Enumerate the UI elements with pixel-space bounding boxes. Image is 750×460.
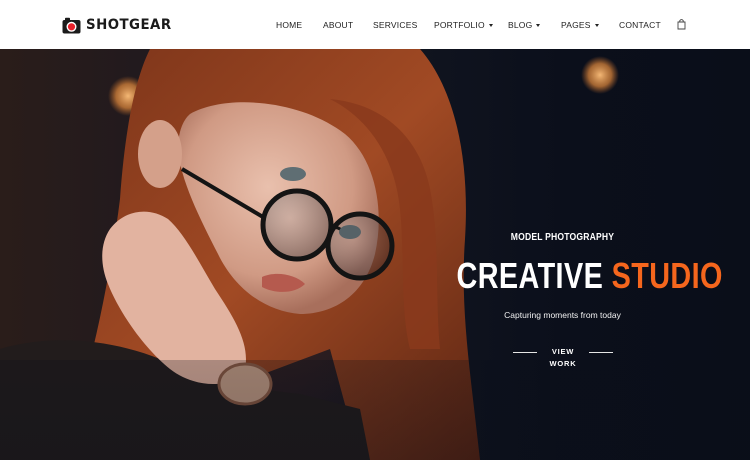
site-header: SHOTGEAR HOME ABOUT SERVICES PORTFOLIO B… <box>0 0 750 49</box>
hero-section: MODEL PHOTOGRAPHY CREATIVE STUDIO Captur… <box>0 49 750 460</box>
nav-item-label: ABOUT <box>323 20 354 30</box>
nav-item-about[interactable]: ABOUT <box>323 18 353 32</box>
nav-item-pages[interactable]: PAGES <box>561 18 599 32</box>
eye-right <box>339 225 361 239</box>
site-logo[interactable]: SHOTGEAR <box>62 14 179 36</box>
nav-item-contact[interactable]: CONTACT <box>619 18 661 32</box>
nav-item-label: BLOG <box>508 20 533 30</box>
eye-left <box>280 167 306 181</box>
view-work-button[interactable]: VIEW WORK <box>513 346 613 368</box>
nav-item-label: SERVICES <box>373 20 418 30</box>
brand-name: SHOTGEAR <box>86 17 172 33</box>
headline-word-studio: STUDIO <box>611 255 723 296</box>
hero-headline: CREATIVE STUDIO <box>456 255 723 296</box>
cta-line-right <box>589 351 613 353</box>
nav-item-label: CONTACT <box>619 20 661 30</box>
chevron-down-icon <box>536 24 541 27</box>
cta-line-left <box>513 351 537 353</box>
chevron-down-icon <box>594 24 599 27</box>
camera-icon <box>62 17 81 33</box>
shopping-bag-icon[interactable] <box>677 18 686 30</box>
hero-tagline: MODEL PHOTOGRAPHY <box>510 232 615 243</box>
nav-item-blog[interactable]: BLOG <box>508 18 541 32</box>
chevron-down-icon <box>488 24 493 27</box>
nav-item-portfolio[interactable]: PORTFOLIO <box>434 18 493 32</box>
ear <box>138 120 182 188</box>
nav-item-label: PORTFOLIO <box>434 20 485 30</box>
nav-item-label: HOME <box>276 20 303 30</box>
nav-item-home[interactable]: HOME <box>276 18 302 32</box>
nav-item-label: PAGES <box>561 20 591 30</box>
headline-word-creative: CREATIVE <box>456 255 604 296</box>
glasses-lens-left <box>260 188 334 262</box>
hero-subtitle: Capturing moments from today <box>504 310 621 320</box>
glasses-lens-right <box>325 211 395 281</box>
nav-item-services[interactable]: SERVICES <box>373 18 417 32</box>
view-work-label: VIEW WORK <box>549 347 577 368</box>
hero-text-block: MODEL PHOTOGRAPHY CREATIVE STUDIO Captur… <box>430 49 723 460</box>
